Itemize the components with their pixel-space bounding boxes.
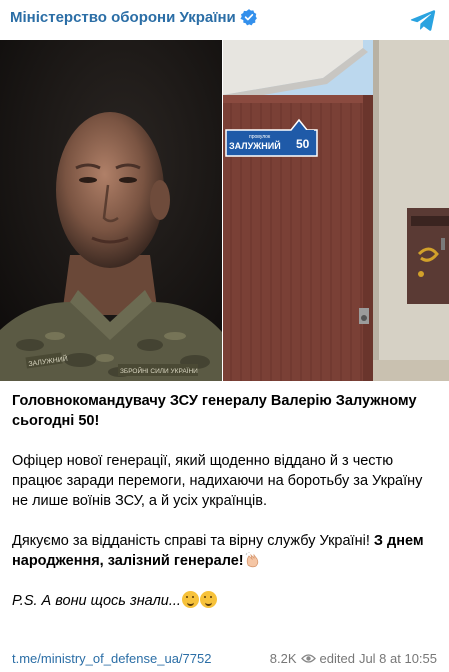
edited-label: edited: [319, 650, 355, 666]
post-date: Jul 8 at 10:55: [358, 650, 437, 666]
post-text: Головнокомандувачу ЗСУ генералу Валерію …: [12, 391, 437, 631]
eye-icon: [300, 653, 316, 663]
post-footer: t.me/ministry_of_defense_ua/7752 8.2K ed…: [12, 648, 437, 668]
telegram-share-icon[interactable]: [409, 6, 437, 34]
thinking-face-icon: [181, 591, 199, 608]
badge-text: ЗБРОЙНІ СИЛИ УКРАЇНИ: [120, 366, 198, 375]
street-sign-top: провулок: [249, 134, 271, 140]
view-count: 8.2K: [269, 650, 297, 666]
mailbox: [407, 208, 449, 304]
post-ps: P.S. А вони щось знали...: [12, 591, 437, 611]
post-link[interactable]: t.me/ministry_of_defense_ua/7752: [12, 651, 211, 666]
photo-general-portrait[interactable]: ЗАЛУЖНИЙ ЗБРОЙНІ СИЛИ УКРАЇНИ: [0, 40, 222, 381]
smirking-face-icon: [199, 591, 217, 608]
street-sign-number: 50: [296, 137, 310, 151]
clapping-hands-icon: [245, 552, 258, 568]
post-paragraph-2: Дякуємо за відданість справі та вірну сл…: [12, 531, 437, 571]
post-ps-text: P.S. А вони щось знали...: [12, 593, 181, 609]
post-meta: 8.2K edited Jul 8 at 10:55: [270, 651, 437, 666]
post-paragraph-1: Офіцер нової генерації, який щоденно від…: [12, 453, 423, 509]
post-headline: Головнокомандувачу ЗСУ генералу Валерію …: [12, 393, 417, 429]
photo-gate-street-sign[interactable]: провулок ЗАЛУЖНИЙ 50: [223, 40, 449, 381]
post-header: Міністерство оборони України: [0, 0, 449, 40]
verified-icon: [240, 9, 257, 26]
post-photos[interactable]: ЗАЛУЖНИЙ ЗБРОЙНІ СИЛИ УКРАЇНИ провулок З…: [0, 40, 449, 381]
channel-name[interactable]: Міністерство оборони України: [10, 9, 236, 26]
street-sign-name: ЗАЛУЖНИЙ: [229, 140, 281, 151]
channel-row: Міністерство оборони України: [10, 8, 258, 26]
post-paragraph-2-regular: Дякуємо за відданість справі та вірну сл…: [12, 533, 374, 549]
